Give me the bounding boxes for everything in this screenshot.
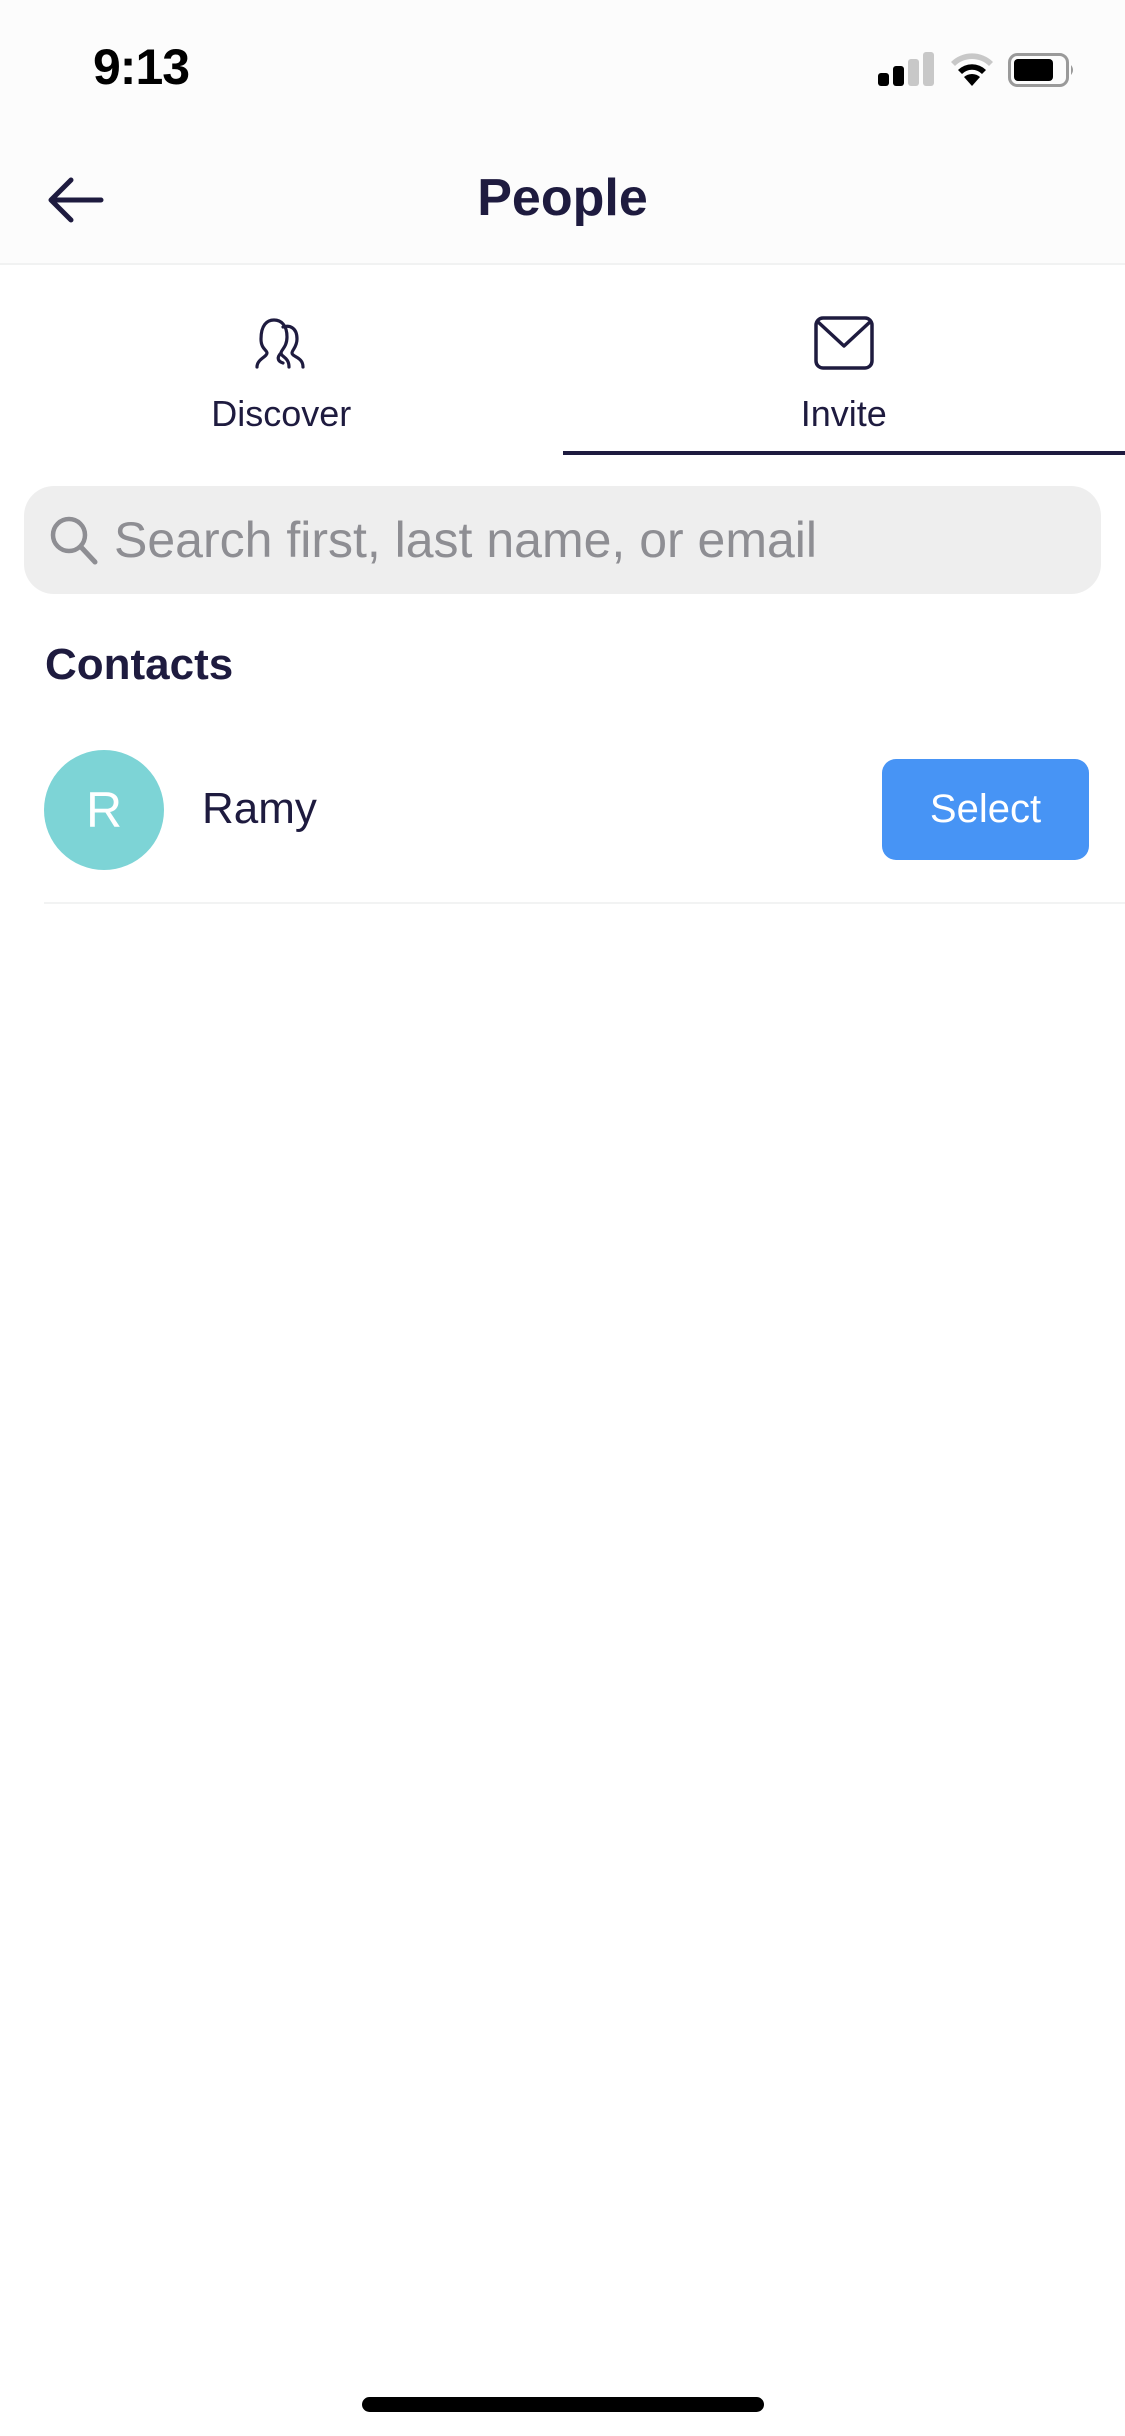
status-bar: 9:13: [0, 0, 1125, 140]
tab-bar: Discover Invite: [0, 267, 1125, 457]
tab-label: Invite: [800, 393, 887, 434]
avatar: R: [44, 750, 164, 870]
tab-label: Discover: [211, 393, 352, 434]
page-title: People: [477, 169, 648, 227]
select-contact-button[interactable]: Select: [882, 759, 1089, 860]
search-bar: [24, 486, 1101, 594]
contact-list-item: R Ramy Select: [0, 740, 1125, 904]
home-indicator[interactable]: [362, 2397, 764, 2412]
search-icon: [44, 510, 104, 570]
row-divider: [44, 902, 1125, 904]
battery-icon: [1008, 53, 1073, 87]
envelope-icon: [812, 311, 876, 375]
search-input[interactable]: [114, 486, 1101, 594]
tab-discover[interactable]: Discover: [0, 267, 563, 457]
status-icons: [878, 50, 1088, 90]
status-time: 9:13: [93, 39, 190, 95]
contact-name: Ramy: [202, 784, 317, 833]
wifi-icon: [951, 53, 993, 86]
cellular-signal-icon: [878, 52, 938, 86]
nav-header: People: [0, 140, 1125, 265]
contacts-heading: Contacts: [45, 640, 234, 689]
people-icon: [249, 311, 313, 375]
tab-invite[interactable]: Invite: [562, 267, 1125, 457]
